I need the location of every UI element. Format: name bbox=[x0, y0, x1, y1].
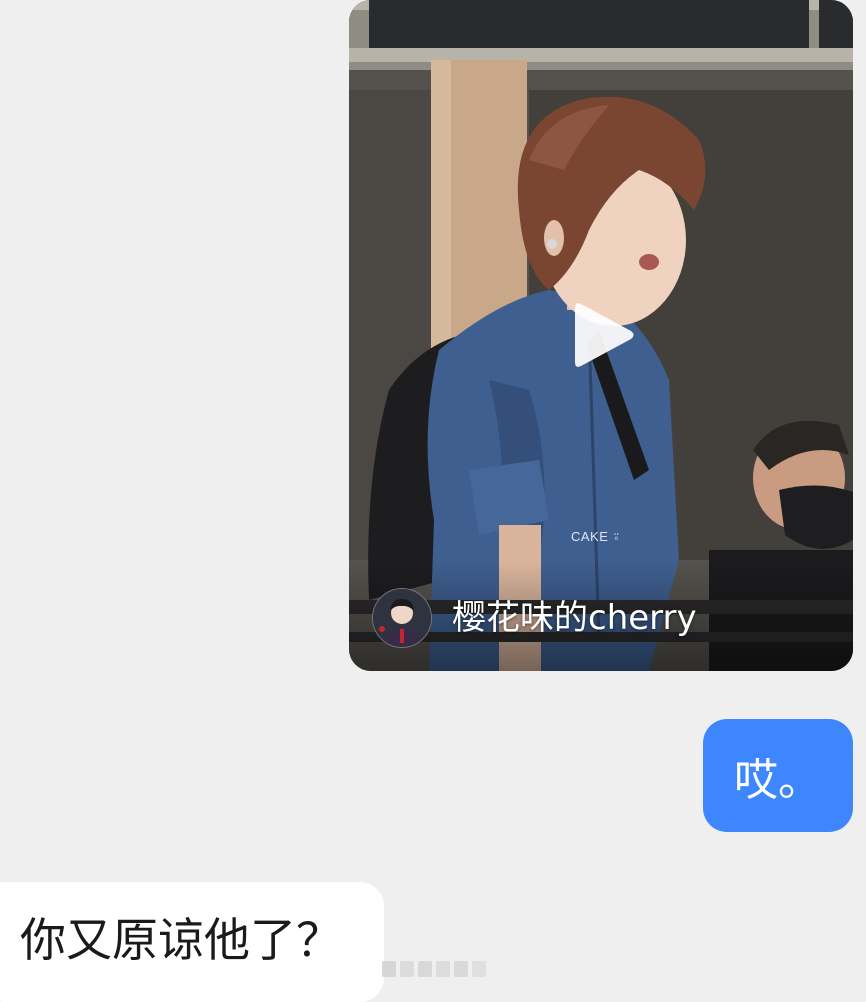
incoming-message-text: 你又原谅他了？ bbox=[20, 913, 342, 967]
author-avatar[interactable] bbox=[372, 588, 432, 648]
video-watermark: CAKE ⍤ bbox=[571, 529, 621, 544]
video-author-name[interactable]: 樱花味的cherry bbox=[452, 597, 697, 639]
play-icon[interactable] bbox=[571, 298, 637, 372]
outgoing-message-bubble[interactable]: 哎。 bbox=[703, 719, 853, 832]
chat-area: CAKE ⍤ 樱花味的cherry 哎。 你又原谅他了？ bbox=[0, 0, 866, 1002]
blurred-text-fragment bbox=[382, 961, 486, 977]
video-message-card[interactable]: CAKE ⍤ bbox=[349, 0, 853, 671]
outgoing-message-text: 哎。 bbox=[734, 754, 822, 806]
